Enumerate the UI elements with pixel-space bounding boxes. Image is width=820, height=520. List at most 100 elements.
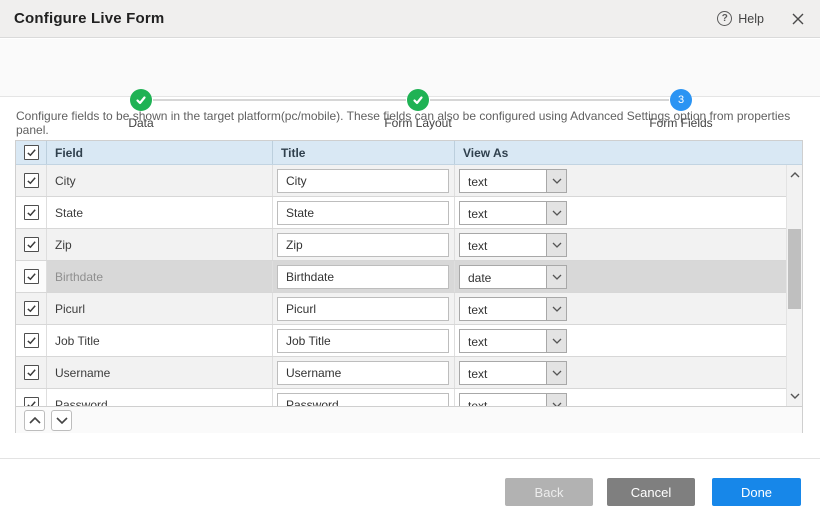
column-header-view-as: View As bbox=[455, 141, 802, 164]
row-checkbox[interactable] bbox=[24, 237, 39, 252]
row-field-cell: Username bbox=[47, 357, 273, 388]
row-checkbox-cell bbox=[16, 325, 47, 356]
title-input[interactable] bbox=[277, 233, 449, 257]
table-row[interactable]: Zip text bbox=[16, 229, 786, 261]
viewas-value: text bbox=[460, 234, 546, 256]
field-name: Username bbox=[55, 366, 110, 380]
footer: Back Cancel Done bbox=[0, 478, 820, 506]
row-checkbox[interactable] bbox=[24, 333, 39, 348]
move-up-button[interactable] bbox=[24, 410, 45, 431]
field-name: Zip bbox=[55, 238, 72, 252]
title-input[interactable] bbox=[277, 297, 449, 321]
table-row[interactable]: City text bbox=[16, 165, 786, 197]
table-row[interactable]: Username text bbox=[16, 357, 786, 389]
title-input[interactable] bbox=[277, 329, 449, 353]
close-icon[interactable] bbox=[790, 11, 806, 27]
scrollbar[interactable] bbox=[786, 165, 802, 406]
table-row[interactable]: Picurl text bbox=[16, 293, 786, 325]
row-title-cell bbox=[273, 325, 455, 356]
cancel-button[interactable]: Cancel bbox=[607, 478, 695, 506]
field-name: City bbox=[55, 174, 76, 188]
row-checkbox-cell bbox=[16, 165, 47, 196]
chevron-down-icon[interactable] bbox=[546, 330, 566, 352]
chevron-down-icon[interactable] bbox=[546, 394, 566, 407]
step-complete-check-icon bbox=[130, 89, 152, 111]
viewas-value: date bbox=[460, 266, 546, 288]
row-checkbox[interactable] bbox=[24, 173, 39, 188]
chevron-down-icon[interactable] bbox=[546, 234, 566, 256]
viewas-select[interactable]: text bbox=[459, 297, 567, 321]
chevron-down-icon[interactable] bbox=[546, 170, 566, 192]
viewas-value: text bbox=[460, 362, 546, 384]
footer-divider bbox=[0, 458, 820, 459]
scroll-down-button[interactable] bbox=[787, 388, 802, 404]
row-checkbox[interactable] bbox=[24, 365, 39, 380]
title-input[interactable] bbox=[277, 265, 449, 289]
viewas-select[interactable]: text bbox=[459, 201, 567, 225]
row-title-cell bbox=[273, 357, 455, 388]
row-field-cell: Job Title bbox=[47, 325, 273, 356]
scroll-thumb[interactable] bbox=[788, 229, 801, 309]
row-checkbox-cell bbox=[16, 357, 47, 388]
row-checkbox[interactable] bbox=[24, 269, 39, 284]
back-button[interactable]: Back bbox=[505, 478, 593, 506]
table-footer bbox=[16, 406, 802, 433]
row-field-cell: Birthdate bbox=[47, 261, 273, 292]
table-row[interactable]: Password text bbox=[16, 389, 786, 406]
form-fields-table: Field Title View As City text bbox=[15, 140, 803, 433]
viewas-select[interactable]: text bbox=[459, 393, 567, 407]
description-text: Configure fields to be shown in the targ… bbox=[16, 109, 806, 137]
dialog-title: Configure Live Form bbox=[14, 10, 164, 27]
chevron-down-icon[interactable] bbox=[546, 362, 566, 384]
scroll-up-button[interactable] bbox=[787, 167, 802, 183]
viewas-select[interactable]: date bbox=[459, 265, 567, 289]
help-label: Help bbox=[738, 12, 764, 26]
title-input[interactable] bbox=[277, 393, 449, 407]
viewas-value: text bbox=[460, 202, 546, 224]
row-viewas-cell: text bbox=[455, 389, 786, 406]
chevron-down-icon[interactable] bbox=[546, 298, 566, 320]
viewas-select[interactable]: text bbox=[459, 169, 567, 193]
row-field-cell: State bbox=[47, 197, 273, 228]
table-row[interactable]: State text bbox=[16, 197, 786, 229]
row-field-cell: City bbox=[47, 165, 273, 196]
step-number-badge: 3 bbox=[670, 89, 692, 111]
select-all-checkbox[interactable] bbox=[24, 145, 39, 160]
chevron-down-icon[interactable] bbox=[546, 266, 566, 288]
dialog-titlebar: Configure Live Form ? Help bbox=[0, 0, 820, 38]
viewas-value: text bbox=[460, 298, 546, 320]
field-name: State bbox=[55, 206, 83, 220]
chevron-down-icon[interactable] bbox=[546, 202, 566, 224]
row-title-cell bbox=[273, 165, 455, 196]
row-title-cell bbox=[273, 293, 455, 324]
field-name: Job Title bbox=[55, 334, 100, 348]
row-checkbox[interactable] bbox=[24, 205, 39, 220]
title-input[interactable] bbox=[277, 361, 449, 385]
row-title-cell bbox=[273, 229, 455, 260]
row-checkbox-cell bbox=[16, 197, 47, 228]
viewas-value: text bbox=[460, 170, 546, 192]
row-field-cell: Zip bbox=[47, 229, 273, 260]
viewas-select[interactable]: text bbox=[459, 361, 567, 385]
row-title-cell bbox=[273, 389, 455, 406]
configure-live-form-dialog: Configure Live Form ? Help Data Form Lay… bbox=[0, 0, 820, 520]
done-button[interactable]: Done bbox=[712, 478, 801, 506]
table-row[interactable]: Birthdate date bbox=[16, 261, 786, 293]
row-viewas-cell: text bbox=[455, 293, 786, 324]
row-checkbox[interactable] bbox=[24, 397, 39, 406]
field-name: Picurl bbox=[55, 302, 85, 316]
viewas-select[interactable]: text bbox=[459, 329, 567, 353]
table-row[interactable]: Job Title text bbox=[16, 325, 786, 357]
help-button[interactable]: ? Help bbox=[717, 11, 764, 26]
move-down-button[interactable] bbox=[51, 410, 72, 431]
step-complete-check-icon bbox=[407, 89, 429, 111]
title-input[interactable] bbox=[277, 201, 449, 225]
row-viewas-cell: date bbox=[455, 261, 786, 292]
row-checkbox[interactable] bbox=[24, 301, 39, 316]
viewas-value: text bbox=[460, 330, 546, 352]
row-title-cell bbox=[273, 197, 455, 228]
title-input[interactable] bbox=[277, 169, 449, 193]
viewas-select[interactable]: text bbox=[459, 233, 567, 257]
row-checkbox-cell bbox=[16, 293, 47, 324]
help-icon: ? bbox=[717, 11, 732, 26]
